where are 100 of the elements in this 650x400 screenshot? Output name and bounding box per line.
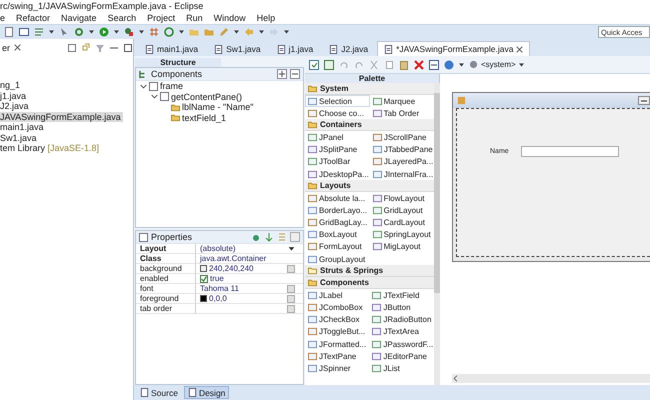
menu-item[interactable]: Search [108, 12, 136, 22]
palette-item[interactable]: JComboBox [305, 301, 370, 314]
editor-tab[interactable]: J2.java [322, 41, 376, 56]
menu-item[interactable]: Project [147, 12, 176, 22]
look-and-feel-dropdown[interactable]: <system> [469, 60, 524, 69]
project-tree-item[interactable]: Sw1.java [0, 132, 39, 143]
delete-icon[interactable] [414, 60, 424, 70]
ellipsis-button[interactable] [287, 264, 295, 272]
project-tree-item[interactable]: tem Library [JavaSE-1.8] [0, 143, 102, 154]
menu-item[interactable]: Navigate [61, 12, 97, 22]
palette-item[interactable]: Marquee [370, 95, 434, 108]
property-value: (absolute) [200, 244, 236, 253]
window-icon[interactable] [19, 27, 29, 37]
menu-item[interactable]: Help [256, 12, 276, 22]
palette-item[interactable]: JSpinner [305, 362, 370, 375]
palette-item[interactable]: Selection [305, 95, 370, 108]
project-tree-item[interactable]: j1.java [0, 90, 28, 101]
tree-item[interactable]: lblName - "Name" [182, 102, 254, 112]
palette-item[interactable]: SpringLayout [370, 228, 434, 241]
palette-item[interactable]: JList [369, 362, 434, 375]
editor-mode-tab[interactable]: Design [184, 386, 230, 399]
palette-item[interactable]: JDesktopPa... [305, 168, 370, 180]
scrollbar[interactable] [434, 83, 440, 385]
property-name: font [140, 284, 154, 293]
property-value: java.awt.Container [200, 254, 266, 263]
pencil-icon[interactable] [219, 27, 229, 37]
properties-icon[interactable] [277, 232, 287, 242]
palette-item[interactable]: JToolBar [305, 156, 370, 168]
palette-item[interactable]: FlowLayout [370, 192, 434, 204]
text-field[interactable] [520, 146, 619, 156]
palette-category[interactable]: Layouts [305, 180, 434, 192]
palette-item[interactable]: JButton [369, 301, 434, 314]
play-icon[interactable] [99, 27, 109, 37]
palette-item[interactable]: CardLayout [370, 216, 434, 229]
palette-category[interactable]: System [305, 83, 434, 95]
tree-item[interactable]: textField_1 [182, 112, 226, 123]
project-tree-item[interactable]: ng_1 [0, 80, 22, 90]
caret-icon [259, 30, 264, 34]
undo-icon[interactable] [339, 60, 349, 70]
menu-item[interactable]: Run [186, 12, 203, 22]
palette-item[interactable]: BorderLayo... [305, 204, 370, 216]
project-tree-item[interactable]: JAVASwingFormExample.java [0, 112, 123, 122]
palette-item[interactable]: JSplitPane [305, 144, 370, 156]
editor-tab[interactable]: *JAVASwingFormExample.java [377, 41, 530, 56]
palette-item[interactable]: GridLayout [370, 204, 434, 216]
palette-category[interactable]: Containers [305, 119, 434, 132]
palette-item[interactable]: JTextField [369, 289, 434, 302]
palette-item[interactable]: JFormatted... [305, 338, 370, 350]
editor-tab[interactable]: main1.java [138, 41, 206, 56]
list-icon[interactable] [34, 27, 44, 37]
palette-item[interactable]: JScrollPane [370, 131, 434, 144]
document-icon[interactable] [4, 27, 14, 37]
palette-item[interactable]: JPasswordF... [369, 338, 434, 350]
palette-item[interactable]: JEditorPane [369, 350, 434, 362]
project-tree-item[interactable]: J2.java [0, 101, 31, 112]
menu-item[interactable]: Refactor [16, 12, 50, 22]
palette-item[interactable]: GridBagLay... [305, 216, 370, 229]
pointer-icon[interactable] [59, 27, 69, 37]
arrow-left-icon[interactable] [244, 27, 254, 37]
palette-item[interactable]: GroupLayout [305, 253, 370, 266]
palette-item[interactable]: BoxLayout [305, 228, 370, 241]
palette-item[interactable]: JRadioButton [369, 314, 434, 326]
editor-mode-tab[interactable]: Source [136, 386, 182, 399]
palette-item[interactable]: JLayeredPa... [370, 156, 434, 168]
editor-tab[interactable]: j1.java [270, 41, 320, 56]
palette-item[interactable]: JPanel [305, 131, 370, 144]
test-icon[interactable] [309, 60, 319, 70]
project-tree-item[interactable]: main1.java [0, 122, 46, 132]
editor-tab[interactable]: Sw1.java [207, 41, 268, 56]
redo-icon[interactable] [354, 60, 364, 70]
preview-icon[interactable] [429, 60, 439, 70]
palette-item[interactable]: FormLayout [305, 240, 370, 254]
scrollbar[interactable] [452, 374, 650, 383]
palette-item[interactable]: JInternalFra... [370, 168, 434, 180]
cut-icon[interactable] [369, 60, 379, 70]
palette-item[interactable]: JTextArea [369, 326, 434, 338]
palette-item[interactable]: JTextPane [305, 350, 370, 362]
palette-item[interactable]: Tab Order [370, 107, 434, 120]
maximize-icon[interactable] [123, 42, 133, 52]
checkbox[interactable] [200, 274, 208, 282]
property-value: 240,240,240 [209, 264, 254, 273]
grid-icon[interactable] [149, 27, 159, 37]
palette-item[interactable]: JToggleBut... [305, 326, 370, 338]
expand-all-icon[interactable] [277, 69, 287, 79]
collapse-all-icon[interactable] [290, 69, 300, 79]
palette-item[interactable]: MigLayout [370, 240, 434, 254]
tree-item[interactable]: frame [160, 81, 184, 92]
palette-category[interactable]: Struts & Springs [305, 265, 434, 278]
palette-category[interactable]: Components [305, 277, 434, 290]
palette-item[interactable]: JCheckBox [305, 314, 370, 326]
palette-item[interactable]: Choose co... [305, 107, 370, 120]
menu-item[interactable]: e [0, 12, 6, 22]
tree-item[interactable]: getContentPane() [171, 92, 242, 102]
menu-item[interactable]: Window [214, 12, 246, 22]
palette-item[interactable]: JLabel [305, 289, 370, 302]
palette-item[interactable]: JTabbedPane [370, 144, 434, 156]
caret-icon [179, 30, 184, 34]
filter-icon[interactable] [95, 42, 105, 52]
sort-icon[interactable] [264, 232, 274, 242]
palette-item[interactable]: Absolute la... [305, 192, 370, 204]
